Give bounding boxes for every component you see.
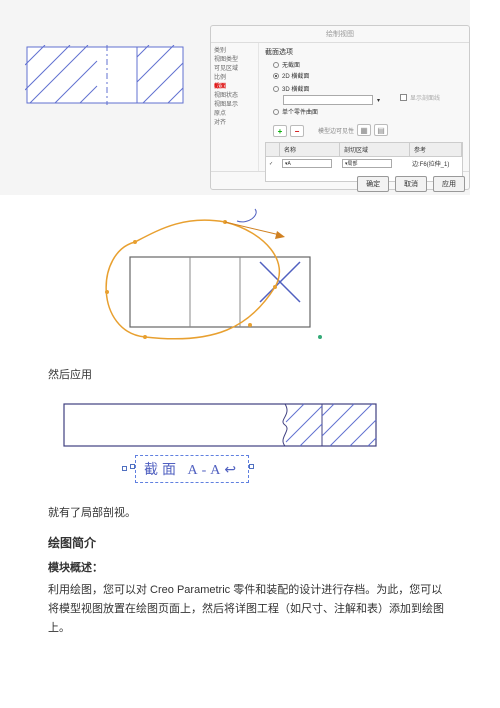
dialog-main-panel: 截面选项 无截面 2D 横截面 3D 横截面 ▾ 单个零件曲面 显示剖面线 + xyxy=(259,43,469,171)
sidebar-cat-5[interactable]: 视图状态 xyxy=(214,92,255,101)
handle-outer[interactable] xyxy=(122,466,127,471)
edge-vis-opt1[interactable]: ▦ xyxy=(357,124,371,136)
ref-cell: 边:F6(拉伸_1) xyxy=(409,158,452,169)
remove-section-button[interactable]: − xyxy=(290,125,304,137)
sidebar-cat-7[interactable]: 原点 xyxy=(214,110,255,119)
section-options-heading: 截面选项 xyxy=(265,47,463,57)
th-name[interactable]: 名称 xyxy=(280,143,340,156)
radio-no-section[interactable]: 无截面 xyxy=(273,60,463,69)
table-row[interactable]: ✓ ▾ A ▾ 局部 边:F6(拉伸_1) xyxy=(266,157,462,170)
section-label[interactable]: 截面 A-A↩ xyxy=(135,455,249,483)
model-edge-label: 模型边可见性 xyxy=(318,126,354,135)
radio-single-part[interactable]: 单个零件曲面 xyxy=(273,107,380,116)
result-figure: 截面 A-A↩ xyxy=(60,400,452,495)
result-text: 就有了局部剖视。 xyxy=(48,505,452,523)
3d-section-input[interactable] xyxy=(283,95,373,105)
name-dropdown[interactable]: ▾ A xyxy=(282,159,332,168)
section-dialog: 绘制视图 类别 视图类型 可见区域 比例 截面 视图状态 视图显示 原点 对齐 … xyxy=(210,25,470,190)
th-area[interactable]: 剖切区域 xyxy=(340,143,410,156)
area-dropdown[interactable]: ▾ 局部 xyxy=(342,159,392,168)
after-apply-text: 然后应用 xyxy=(48,367,452,385)
sidebar-cat-0[interactable]: 类别 xyxy=(214,47,255,56)
ok-button[interactable]: 确定 xyxy=(357,176,389,192)
left-section-drawing xyxy=(25,45,185,105)
sidebar-cat-3[interactable]: 比例 xyxy=(214,74,255,83)
dialog-title: 绘制视图 xyxy=(211,26,469,43)
sidebar-cat-1[interactable]: 视图类型 xyxy=(214,56,255,65)
module-paragraph: 利用绘图，您可以对 Creo Parametric 零件和装配的设计进行存档。为… xyxy=(48,581,452,637)
intro-heading: 绘图简介 xyxy=(48,534,452,551)
cancel-button[interactable]: 取消 xyxy=(395,176,427,192)
sidebar-cat-8[interactable]: 对齐 xyxy=(214,119,255,128)
sidebar-cat-6[interactable]: 视图显示 xyxy=(214,101,255,110)
show-hatch-checkbox[interactable] xyxy=(400,94,407,101)
handle-right[interactable] xyxy=(249,464,254,469)
sketch-area xyxy=(40,207,470,357)
handle-left[interactable] xyxy=(130,464,135,469)
th-ref[interactable]: 参考 xyxy=(410,143,462,156)
radio-3d-section[interactable]: 3D 横截面 xyxy=(273,84,380,93)
radio-2d-section[interactable]: 2D 横截面 xyxy=(273,71,463,80)
dialog-category-sidebar: 类别 视图类型 可见区域 比例 截面 视图状态 视图显示 原点 对齐 xyxy=(211,43,259,171)
module-heading: 模块概述： xyxy=(48,559,452,575)
edge-vis-opt2[interactable]: ▤ xyxy=(374,124,388,136)
th-expand xyxy=(266,143,280,156)
add-section-button[interactable]: + xyxy=(273,125,287,137)
top-figure-area: 绘制视图 类别 视图类型 可见区域 比例 截面 视图状态 视图显示 原点 对齐 … xyxy=(0,0,470,195)
sidebar-cat-4[interactable]: 截面 xyxy=(214,83,255,92)
apply-button[interactable]: 应用 xyxy=(433,176,465,192)
sidebar-cat-2[interactable]: 可见区域 xyxy=(214,65,255,74)
